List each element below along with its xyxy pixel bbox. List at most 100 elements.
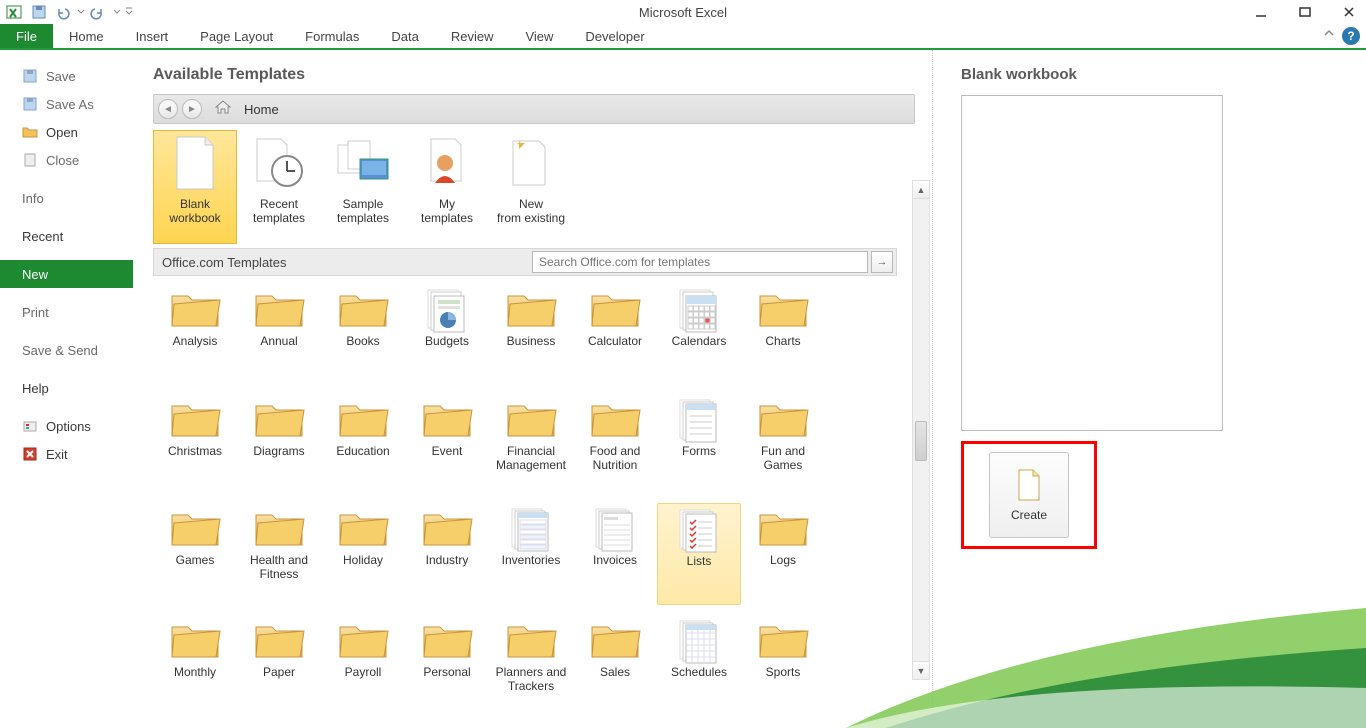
ribbon-tab-review[interactable]: Review — [435, 24, 510, 48]
sidebar-exit[interactable]: Exit — [0, 440, 133, 468]
sidebar-help[interactable]: Help — [0, 374, 133, 402]
template-tile[interactable]: Recenttemplates — [237, 130, 321, 244]
category-tile[interactable]: Personal — [405, 615, 489, 715]
category-tile[interactable]: Books — [321, 284, 405, 384]
category-tile[interactable]: Financial Management — [489, 394, 573, 494]
ribbon-tab-view[interactable]: View — [509, 24, 569, 48]
sidebar-open[interactable]: Open — [0, 118, 133, 146]
excel-app-icon[interactable] — [4, 2, 26, 22]
category-label: Financial Management — [489, 444, 573, 472]
category-tile[interactable]: Education — [321, 394, 405, 494]
minimize-ribbon-icon[interactable] — [1322, 26, 1336, 45]
category-tile[interactable]: Industry — [405, 503, 489, 605]
category-tile[interactable]: Planners and Trackers — [489, 615, 573, 715]
category-tile[interactable]: Invoices — [573, 503, 657, 605]
redo-icon[interactable] — [88, 2, 110, 22]
home-icon[interactable] — [214, 99, 232, 120]
category-tile[interactable]: Fun and Games — [741, 394, 825, 494]
file-tab[interactable]: File — [0, 24, 53, 48]
sidebar-close[interactable]: Close — [0, 146, 133, 174]
template-tile[interactable]: Sampletemplates — [321, 130, 405, 244]
category-tile[interactable]: Lists — [657, 503, 741, 605]
folder-icon — [420, 505, 474, 549]
list-icon — [672, 506, 726, 550]
undo-dropdown-icon[interactable] — [76, 2, 86, 22]
category-label: Holiday — [343, 553, 383, 581]
sidebar-print[interactable]: Print — [0, 298, 133, 326]
template-tile[interactable]: Newfrom existing — [489, 130, 573, 244]
tile-label: Sampletemplates — [337, 197, 389, 225]
category-tile[interactable]: Calendars — [657, 284, 741, 384]
sidebar-recent[interactable]: Recent — [0, 222, 133, 250]
inventory-icon — [504, 505, 558, 549]
minimize-button[interactable] — [1248, 2, 1274, 22]
category-tile[interactable]: Christmas — [153, 394, 237, 494]
save-icon[interactable] — [28, 2, 50, 22]
template-tile[interactable]: Blankworkbook — [153, 130, 237, 244]
category-tile[interactable]: Forms — [657, 394, 741, 494]
ribbon-tab-insert[interactable]: Insert — [120, 24, 185, 48]
maximize-button[interactable] — [1292, 2, 1318, 22]
category-tile[interactable]: Inventories — [489, 503, 573, 605]
category-tile[interactable]: Food and Nutrition — [573, 394, 657, 494]
category-tile[interactable]: Charts — [741, 284, 825, 384]
undo-icon[interactable] — [52, 2, 74, 22]
category-tile[interactable]: Schedules — [657, 615, 741, 715]
template-tile[interactable]: Mytemplates — [405, 130, 489, 244]
category-label: Invoices — [593, 553, 637, 581]
sidebar-save-send[interactable]: Save & Send — [0, 336, 133, 364]
ribbon-tabs: File Home Insert Page Layout Formulas Da… — [0, 24, 1366, 50]
category-tile[interactable]: Analysis — [153, 284, 237, 384]
scroll-down-button[interactable]: ▼ — [913, 661, 929, 679]
category-tile[interactable]: Holiday — [321, 503, 405, 605]
category-tile[interactable]: Health and Fitness — [237, 503, 321, 605]
sidebar-new[interactable]: New — [0, 260, 133, 288]
category-tile[interactable]: Diagrams — [237, 394, 321, 494]
category-tile[interactable]: Annual — [237, 284, 321, 384]
category-tile[interactable]: Sales — [573, 615, 657, 715]
tile-label: Recenttemplates — [253, 197, 305, 225]
template-categories-grid: AnalysisAnnualBooksBudgetsBusinessCalcul… — [153, 284, 903, 714]
ribbon-tab-developer[interactable]: Developer — [569, 24, 660, 48]
sidebar-save[interactable]: Save — [0, 62, 133, 90]
category-tile[interactable]: Calculator — [573, 284, 657, 384]
sidebar-info[interactable]: Info — [0, 184, 133, 212]
help-icon[interactable]: ? — [1342, 27, 1360, 45]
search-input[interactable] — [532, 251, 868, 273]
category-tile[interactable]: Payroll — [321, 615, 405, 715]
sidebar-label: Exit — [46, 447, 68, 462]
ribbon-tab-home[interactable]: Home — [53, 24, 120, 48]
search-go-button[interactable]: → — [871, 251, 893, 273]
ribbon-tab-data[interactable]: Data — [375, 24, 434, 48]
backstage-sidebar: Save Save As Open Close Info Recent New … — [0, 50, 133, 728]
category-tile[interactable]: Business — [489, 284, 573, 384]
ribbon-tab-formulas[interactable]: Formulas — [289, 24, 375, 48]
qat-customize-icon[interactable] — [124, 2, 134, 22]
top-templates-row: Blankworkbook Recenttemplates Sampletempla… — [153, 130, 908, 244]
scroll-up-button[interactable]: ▲ — [913, 181, 929, 199]
category-tile[interactable]: Monthly — [153, 615, 237, 715]
tile-label: Blankworkbook — [169, 197, 220, 225]
category-tile[interactable]: Games — [153, 503, 237, 605]
window-controls — [1248, 0, 1362, 24]
category-tile[interactable]: Paper — [237, 615, 321, 715]
recent-clock-icon — [251, 135, 307, 191]
sidebar-save-as[interactable]: Save As — [0, 90, 133, 118]
create-button[interactable]: Create — [989, 452, 1069, 538]
exit-icon — [22, 446, 38, 462]
ribbon-tab-page-layout[interactable]: Page Layout — [184, 24, 289, 48]
category-tile[interactable]: Logs — [741, 503, 825, 605]
breadcrumb-home[interactable]: Home — [244, 102, 279, 117]
close-button[interactable] — [1336, 2, 1362, 22]
category-tile[interactable]: Sports — [741, 615, 825, 715]
sidebar-options[interactable]: Options — [0, 412, 133, 440]
scrollbar[interactable]: ▲ ▼ — [912, 180, 930, 680]
category-tile[interactable]: Budgets — [405, 284, 489, 384]
redo-dropdown-icon[interactable] — [112, 2, 122, 22]
templates-heading: Available Templates — [153, 66, 932, 84]
nav-back-button[interactable]: ◄ — [158, 99, 178, 119]
category-tile[interactable]: Event — [405, 394, 489, 494]
sidebar-label: Help — [22, 381, 49, 396]
scroll-thumb[interactable] — [915, 421, 927, 461]
nav-forward-button[interactable]: ► — [182, 99, 202, 119]
